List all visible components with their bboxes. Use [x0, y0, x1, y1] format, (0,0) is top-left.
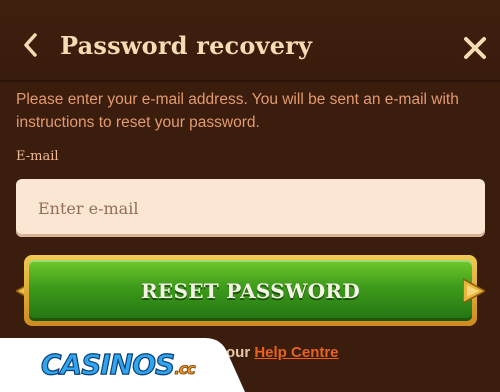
- reset-password-button[interactable]: RESET PASSWORD: [24, 255, 477, 326]
- instructions-text: Please enter your e-mail address. You wi…: [16, 91, 459, 131]
- gem-right-decoration-icon: [463, 278, 485, 304]
- email-label: E-mail: [16, 149, 59, 164]
- watermark-text: CASINOS: [40, 347, 175, 381]
- email-field[interactable]: [16, 179, 485, 237]
- close-button[interactable]: [460, 33, 490, 63]
- modal-header: Password recovery: [0, 0, 500, 82]
- reset-password-button-face[interactable]: RESET PASSWORD: [29, 260, 472, 321]
- help-centre-link[interactable]: Help Centre: [254, 344, 338, 361]
- reset-password-button-wrapper: RESET PASSWORD: [16, 255, 485, 326]
- close-icon: [464, 37, 486, 59]
- watermark-logo: CASINOS.cc: [40, 347, 196, 381]
- reset-password-label: RESET PASSWORD: [141, 278, 360, 303]
- password-recovery-modal: Password recovery Please enter your e-ma…: [0, 0, 500, 392]
- watermark-suffix: .cc: [174, 360, 196, 379]
- page-title: Password recovery: [60, 31, 313, 60]
- chevron-left-icon: [24, 33, 37, 57]
- back-button[interactable]: [16, 30, 46, 60]
